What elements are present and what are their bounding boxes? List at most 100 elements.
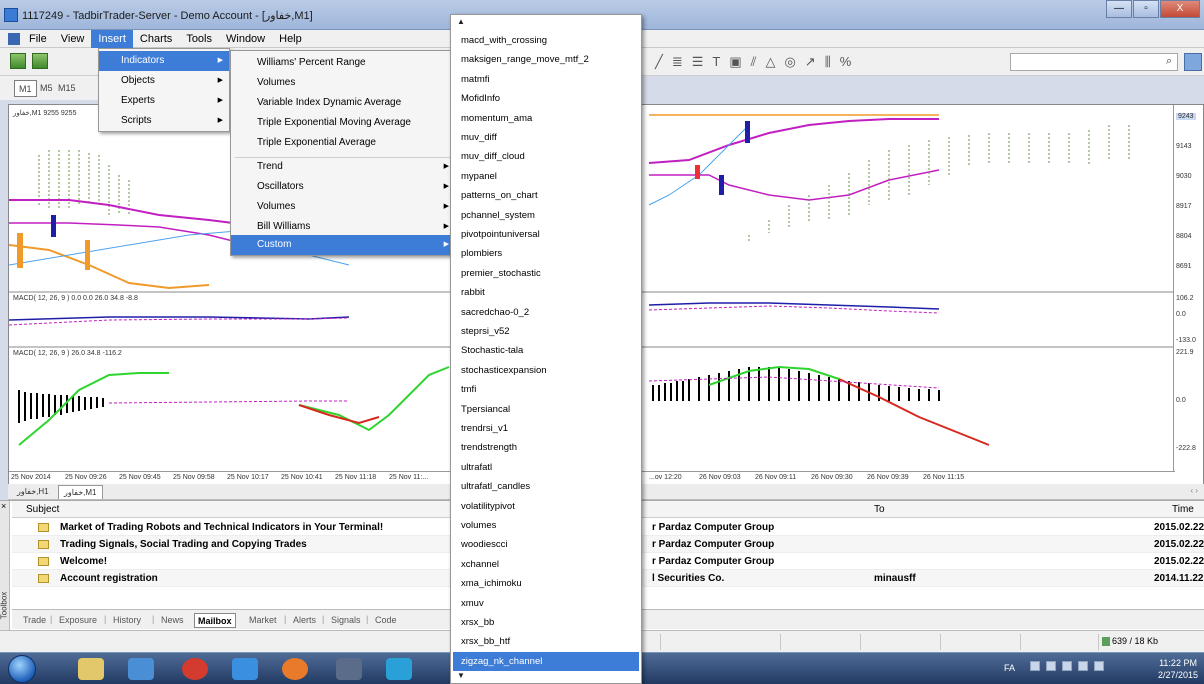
new-chart-icon[interactable] xyxy=(10,53,26,69)
period-m1[interactable]: M1 xyxy=(14,80,37,97)
custom-indicator-item[interactable]: Tpersiancal xyxy=(453,400,639,419)
profiles-icon[interactable] xyxy=(32,53,48,69)
app-icon[interactable] xyxy=(336,658,362,680)
menu-item-indicators[interactable]: Indicators ▶ xyxy=(99,51,229,71)
tab-scroll-arrows[interactable]: ‹ › xyxy=(1190,486,1198,495)
menu-item-scripts[interactable]: Scripts ▶ xyxy=(99,111,229,131)
custom-indicator-item[interactable]: macd_with_crossing xyxy=(453,31,639,50)
opera-icon[interactable] xyxy=(182,658,208,680)
custom-indicator-item[interactable]: maksigen_range_move_mtf_2 xyxy=(453,50,639,69)
menu-window[interactable]: Window xyxy=(219,30,272,48)
menu-tools[interactable]: Tools xyxy=(179,30,219,48)
tab-exposure[interactable]: Exposure xyxy=(56,613,100,628)
ie-icon[interactable] xyxy=(232,658,258,680)
menu-item-custom[interactable]: Custom ▶ xyxy=(231,235,455,255)
period-m15[interactable]: M15 xyxy=(54,80,80,97)
firefox-icon[interactable] xyxy=(282,658,308,680)
custom-indicator-item[interactable]: rabbit xyxy=(453,283,639,302)
recent-indicator[interactable]: Triple Exponential Moving Average xyxy=(231,113,455,133)
tab-code[interactable]: Code xyxy=(372,613,400,628)
label-tool-icon[interactable]: ▣ xyxy=(729,54,741,70)
custom-indicator-item[interactable]: ultrafatl xyxy=(453,458,639,477)
line-tool-icon[interactable]: ╱ xyxy=(655,54,663,70)
recent-indicator[interactable]: Volumes xyxy=(231,73,455,93)
custom-indicator-item[interactable]: xma_ichimoku xyxy=(453,574,639,593)
custom-indicator-item[interactable]: Stochastic-tala xyxy=(453,341,639,360)
tab-mailbox[interactable]: Mailbox xyxy=(194,613,236,628)
volume-icon[interactable] xyxy=(1094,661,1104,671)
recent-indicator[interactable]: Triple Exponential Average xyxy=(231,133,455,153)
tab-trade[interactable]: Trade xyxy=(20,613,49,628)
custom-indicator-item[interactable]: pivotpointuniversal xyxy=(453,225,639,244)
chart-tab[interactable]: خفاور,H1 xyxy=(12,485,54,499)
custom-indicator-item[interactable]: zigzag_nk_channel xyxy=(453,651,639,671)
search-icon[interactable]: ⌕ xyxy=(1166,55,1172,68)
menu-view[interactable]: View xyxy=(54,30,92,48)
scroll-down-icon[interactable]: ▼ xyxy=(457,671,465,680)
menu-item-trend[interactable]: Trend ▶ xyxy=(231,157,455,177)
column-subject[interactable]: Subject xyxy=(26,504,59,515)
media-icon[interactable] xyxy=(128,658,154,680)
signal-icon[interactable] xyxy=(1078,661,1088,671)
custom-indicator-item[interactable]: steprsi_v52 xyxy=(453,322,639,341)
custom-indicator-item[interactable]: stochasticexpansion xyxy=(453,361,639,380)
tray-arrow-icon[interactable] xyxy=(1030,661,1040,671)
percent-tool-icon[interactable]: % xyxy=(840,54,852,70)
telegram-icon[interactable] xyxy=(386,658,412,680)
tab-news[interactable]: News xyxy=(158,613,187,628)
custom-indicator-item[interactable]: mypanel xyxy=(453,167,639,186)
clock[interactable]: 11:22 PM 2/27/2015 xyxy=(1158,657,1198,681)
custom-indicator-item[interactable]: sacredchao-0_2 xyxy=(453,303,639,322)
custom-indicator-item[interactable]: plombiers xyxy=(453,244,639,263)
app-menu-icon[interactable] xyxy=(8,32,20,45)
triangle-tool-icon[interactable]: △ xyxy=(765,54,775,70)
recent-indicator[interactable]: Variable Index Dynamic Average xyxy=(231,93,455,113)
period-tool-icon[interactable]: ⫼ xyxy=(825,54,831,70)
fibo-tool-icon[interactable]: ≣ xyxy=(672,54,683,70)
custom-indicator-item[interactable]: muv_diff_cloud xyxy=(453,147,639,166)
custom-indicator-item[interactable]: pchannel_system xyxy=(453,206,639,225)
custom-indicator-item[interactable]: tmfi xyxy=(453,380,639,399)
maximize-button[interactable]: ▫ xyxy=(1133,0,1159,18)
column-to[interactable]: To xyxy=(874,504,885,515)
recent-indicator[interactable]: Williams' Percent Range xyxy=(231,53,455,73)
custom-indicator-item[interactable]: xrsx_bb_htf xyxy=(453,632,639,651)
tab-history[interactable]: History xyxy=(110,613,144,628)
close-button[interactable]: X xyxy=(1160,0,1200,18)
minimize-button[interactable]: — xyxy=(1106,0,1132,18)
arrow-tool-icon[interactable]: ↗ xyxy=(805,54,816,70)
menu-insert[interactable]: Insert xyxy=(91,29,133,48)
language-indicator[interactable]: FA xyxy=(1004,663,1015,673)
ellipse-tool-icon[interactable]: ◎ xyxy=(784,54,795,70)
menu-help[interactable]: Help xyxy=(272,30,309,48)
custom-indicator-item[interactable]: patterns_on_chart xyxy=(453,186,639,205)
custom-indicator-item[interactable]: volatilitypivot xyxy=(453,497,639,516)
column-time[interactable]: Time xyxy=(1172,504,1194,515)
menu-item-volumes[interactable]: Volumes ▶ xyxy=(231,197,455,217)
tab-signals[interactable]: Signals xyxy=(328,613,364,628)
menu-charts[interactable]: Charts xyxy=(133,30,179,48)
channel-tool-icon[interactable]: ☰ xyxy=(692,54,704,70)
chart-tab-active[interactable]: خفاور,M1 xyxy=(58,485,103,499)
custom-indicator-item[interactable]: xmuv xyxy=(453,594,639,613)
custom-indicator-item[interactable]: woodiescci xyxy=(453,535,639,554)
custom-indicator-item[interactable]: MofidInfo xyxy=(453,89,639,108)
menu-file[interactable]: File xyxy=(22,30,54,48)
network-icon[interactable] xyxy=(1062,661,1072,671)
text-tool-icon[interactable]: T xyxy=(712,54,720,70)
custom-indicator-item[interactable]: premier_stochastic xyxy=(453,264,639,283)
start-button[interactable] xyxy=(8,655,36,683)
custom-indicator-item[interactable]: xrsx_bb xyxy=(453,613,639,632)
menu-item-bill-williams[interactable]: Bill Williams ▶ xyxy=(231,217,455,237)
custom-indicator-item[interactable]: matmfi xyxy=(453,70,639,89)
close-toolbox-icon[interactable]: × xyxy=(1,501,6,511)
custom-indicator-item[interactable]: volumes xyxy=(453,516,639,535)
search-input[interactable] xyxy=(1010,53,1178,71)
custom-indicator-item[interactable]: trendrsi_v1 xyxy=(453,419,639,438)
custom-indicator-item[interactable]: muv_diff xyxy=(453,128,639,147)
custom-indicator-item[interactable]: xchannel xyxy=(453,555,639,574)
menu-item-oscillators[interactable]: Oscillators ▶ xyxy=(231,177,455,197)
tab-market[interactable]: Market xyxy=(246,613,280,628)
custom-indicator-item[interactable]: trendstrength xyxy=(453,438,639,457)
community-button[interactable] xyxy=(1184,53,1202,71)
